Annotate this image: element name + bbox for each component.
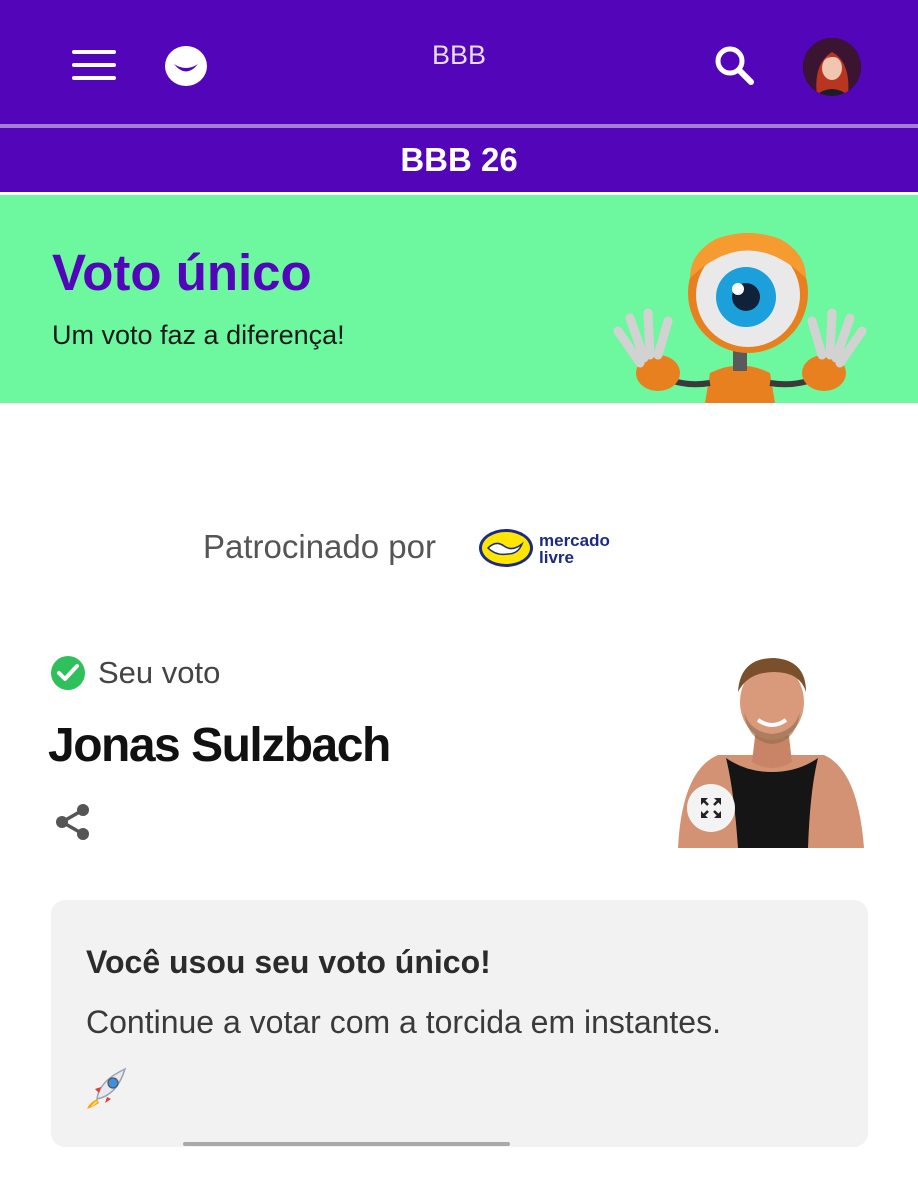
user-avatar[interactable] <box>803 38 861 96</box>
share-icon[interactable] <box>54 802 92 842</box>
menu-button[interactable] <box>68 44 120 86</box>
app-title: BBB <box>431 40 487 70</box>
banner-subtitle: Um voto faz a diferença! <box>52 320 345 350</box>
info-card: Você usou seu voto único! Continue a vot… <box>51 900 868 1147</box>
svg-text:livre: livre <box>539 548 574 567</box>
your-vote-label: Seu voto <box>98 655 221 690</box>
section-title-bar: BBB 26 <box>0 128 918 192</box>
info-title: Você usou seu voto único! <box>86 944 491 980</box>
globo-logo-icon[interactable] <box>163 44 209 88</box>
menu-icon <box>72 50 116 54</box>
search-icon[interactable] <box>711 42 757 88</box>
sponsor-label: Patrocinado por <box>203 528 436 565</box>
mercado-livre-logo-icon[interactable]: mercado livre <box>478 526 628 572</box>
banner-title: Voto único <box>52 244 312 301</box>
expand-icon <box>701 798 721 818</box>
vote-banner: Voto único Um voto faz a diferença! <box>0 195 918 403</box>
big-brother-eye-mascot-icon <box>613 233 867 403</box>
avatar-image <box>803 38 861 96</box>
rocket-icon <box>87 1067 127 1109</box>
info-text: Continue a votar com a torcida em instan… <box>86 1004 721 1040</box>
check-circle-icon <box>51 656 85 690</box>
candidate-name: Jonas Sulzbach <box>48 719 391 772</box>
top-app-bar: BBB <box>0 0 918 126</box>
scroll-indicator[interactable] <box>183 1142 510 1146</box>
expand-photo-button[interactable] <box>687 784 735 832</box>
